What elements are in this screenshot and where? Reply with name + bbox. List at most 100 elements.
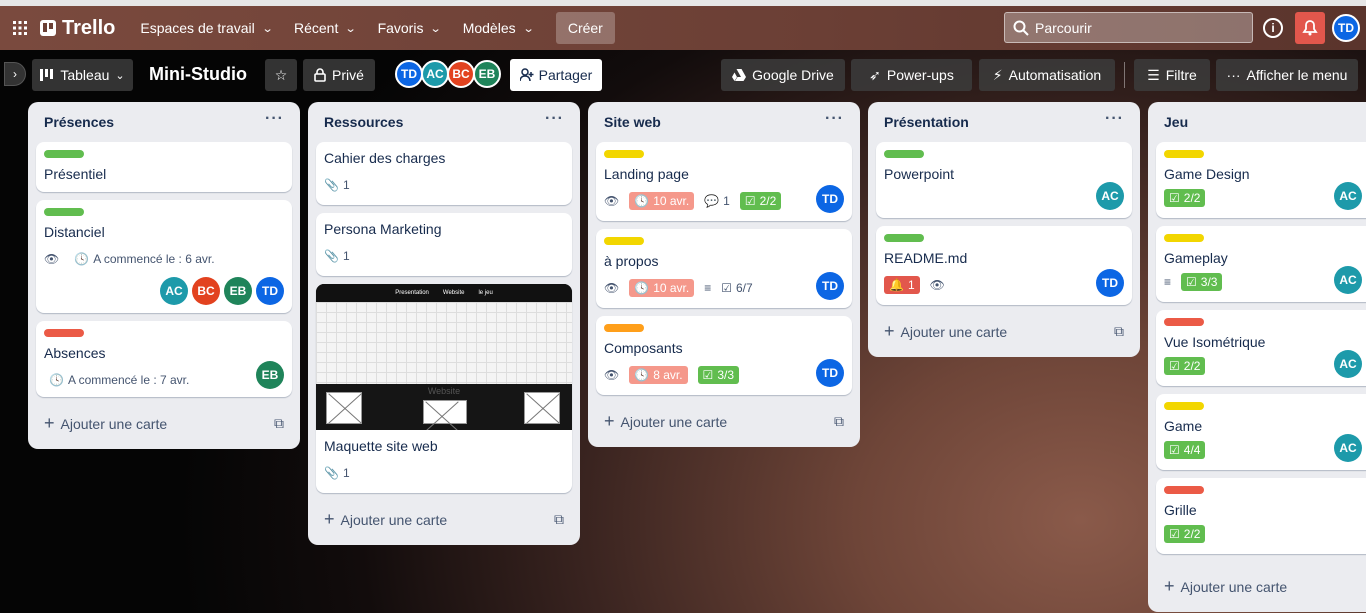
member-avatar[interactable]: AC	[1334, 266, 1362, 294]
view-switcher[interactable]: Tableau ⌄	[32, 59, 133, 91]
card-label-orange[interactable]	[604, 324, 644, 332]
chevron-down-icon: ⌄	[344, 22, 357, 35]
share-button[interactable]: Partager	[510, 59, 602, 91]
user-avatar[interactable]: TD	[1332, 14, 1360, 42]
list-title[interactable]: Site web	[604, 114, 661, 130]
list-title[interactable]: Jeu	[1164, 114, 1188, 130]
card-label-green[interactable]	[884, 234, 924, 242]
star-icon[interactable]: ☆	[265, 59, 297, 91]
list-header[interactable]: Présentation ···	[876, 102, 1132, 142]
board-title[interactable]: Mini-Studio	[149, 64, 247, 85]
due-date-badge[interactable]: 🕓 10 avr.	[629, 192, 695, 210]
card-game-design[interactable]: Game Design ☑ 2/2 AC	[1156, 142, 1366, 218]
card-label-red[interactable]	[44, 329, 84, 337]
info-icon[interactable]: i	[1263, 18, 1283, 38]
list-header[interactable]: Présences ···	[36, 102, 292, 142]
member-avatar[interactable]: EB	[473, 60, 501, 88]
card-absences[interactable]: Absences 🕓 A commencé le : 7 avr. EB	[36, 321, 292, 397]
member-avatar[interactable]: TD	[816, 272, 844, 300]
powerups-button[interactable]: ➶ Power-ups	[851, 59, 972, 91]
member-avatar[interactable]: AC	[1334, 182, 1362, 210]
member-avatar[interactable]: TD	[816, 185, 844, 213]
template-icon[interactable]: ⧉	[834, 413, 844, 430]
trello-logo[interactable]: Trello	[40, 17, 115, 40]
nav-starred[interactable]: Favoris ⌄	[367, 12, 452, 44]
add-card-button[interactable]: + Ajouter une carte ⧉	[596, 403, 852, 439]
template-icon[interactable]: ⧉	[1114, 323, 1124, 340]
card-composants[interactable]: Composants 👁 🕓 8 avr. ☑ 3/3 TD	[596, 316, 852, 395]
card-label-yellow[interactable]	[1164, 150, 1204, 158]
card-a-propos[interactable]: à propos 👁 🕓 10 avr. ≡ ☑ 6/7 TD	[596, 229, 852, 308]
member-avatar[interactable]: AC	[1334, 434, 1362, 462]
add-card-button[interactable]: + Ajouter une carte ⧉	[316, 501, 572, 537]
member-avatar[interactable]: TD	[395, 60, 423, 88]
create-button[interactable]: Créer	[555, 12, 615, 44]
member-avatar[interactable]: AC	[421, 60, 449, 88]
member-avatar[interactable]: AC	[1096, 182, 1124, 210]
notifications-button[interactable]	[1295, 12, 1325, 44]
add-card-button[interactable]: + Ajouter une carte	[1156, 568, 1366, 604]
member-avatar[interactable]: EB	[256, 361, 284, 389]
card-label-red[interactable]	[1164, 486, 1204, 494]
card-vue-isometrique[interactable]: Vue Isométrique ☑ 2/2 AC	[1156, 310, 1366, 386]
card-label-yellow[interactable]	[1164, 234, 1204, 242]
sidebar-toggle-chevron-icon[interactable]: ›	[4, 62, 26, 86]
list-header[interactable]: Jeu	[1156, 102, 1366, 142]
member-avatar[interactable]: TD	[816, 359, 844, 387]
card-gameplay[interactable]: Gameplay ≡ ☑ 3/3 AC	[1156, 226, 1366, 302]
list-menu-icon[interactable]: ···	[265, 111, 284, 127]
search-box[interactable]	[1004, 12, 1253, 43]
card-label-yellow[interactable]	[604, 150, 644, 158]
list-header[interactable]: Site web ···	[596, 102, 852, 142]
nav-templates[interactable]: Modèles ⌄	[452, 12, 544, 44]
list-title[interactable]: Présentation	[884, 114, 969, 130]
show-menu-button[interactable]: ··· Afficher le menu	[1216, 59, 1358, 91]
card-label-green[interactable]	[884, 150, 924, 158]
card-label-yellow[interactable]	[604, 237, 644, 245]
clock-icon: 🕓	[634, 368, 650, 382]
due-date-badge[interactable]: 🕓 8 avr.	[629, 366, 688, 384]
card-label-green[interactable]	[44, 208, 84, 216]
card-label-yellow[interactable]	[1164, 402, 1204, 410]
member-avatar[interactable]: TD	[1096, 269, 1124, 297]
list-menu-icon[interactable]: ···	[545, 111, 564, 127]
card-landing-page[interactable]: Landing page 👁 🕓 10 avr. 💬 1 ☑ 2/2 TD	[596, 142, 852, 221]
card-label-green[interactable]	[44, 150, 84, 158]
list-header[interactable]: Ressources ···	[316, 102, 572, 142]
filter-button[interactable]: ☰ Filtre	[1134, 59, 1210, 91]
due-date-badge[interactable]: 🕓 10 avr.	[629, 279, 695, 297]
template-icon[interactable]: ⧉	[274, 415, 284, 432]
card-persona-marketing[interactable]: Persona Marketing 📎 1	[316, 213, 572, 276]
visibility-button[interactable]: Privé	[303, 59, 375, 91]
card-label-red[interactable]	[1164, 318, 1204, 326]
card-maquette-site-web[interactable]: Presentation Website le jeu Website Maquet…	[316, 284, 572, 493]
add-card-button[interactable]: + Ajouter une carte ⧉	[36, 405, 292, 441]
card-game[interactable]: Game ☑ 4/4 AC	[1156, 394, 1366, 470]
member-avatar[interactable]: TD	[256, 277, 284, 305]
search-input[interactable]	[1035, 19, 1235, 36]
list-title[interactable]: Présences	[44, 114, 114, 130]
member-avatar[interactable]: BC	[447, 60, 475, 88]
card-presentiel[interactable]: Présentiel	[36, 142, 292, 192]
member-avatar[interactable]: EB	[224, 277, 252, 305]
list-menu-icon[interactable]: ···	[1105, 111, 1124, 127]
card-distanciel[interactable]: Distanciel 👁 🕓 A commencé le : 6 avr. AC …	[36, 200, 292, 313]
chevron-down-icon: ⌄	[261, 22, 274, 35]
list-menu-icon[interactable]: ···	[825, 111, 844, 127]
google-drive-button[interactable]: Google Drive	[721, 59, 845, 91]
card-cahier-des-charges[interactable]: Cahier des charges 📎 1	[316, 142, 572, 205]
nav-workspaces[interactable]: Espaces de travail ⌄	[129, 12, 283, 44]
automation-button[interactable]: ⚡ Automatisation	[979, 59, 1115, 91]
nav-recent[interactable]: Récent ⌄	[283, 12, 367, 44]
member-avatar[interactable]: AC	[160, 277, 188, 305]
card-title: à propos	[604, 253, 659, 269]
list-title[interactable]: Ressources	[324, 114, 403, 130]
app-switcher-icon[interactable]	[0, 6, 40, 50]
card-grille[interactable]: Grille ☑ 2/2	[1156, 478, 1366, 554]
template-icon[interactable]: ⧉	[554, 511, 564, 528]
member-avatar[interactable]: AC	[1334, 350, 1362, 378]
card-readme[interactable]: README.md 🔔 1 👁 TD	[876, 226, 1132, 305]
member-avatar[interactable]: BC	[192, 277, 220, 305]
add-card-button[interactable]: + Ajouter une carte ⧉	[876, 313, 1132, 349]
card-powerpoint[interactable]: Powerpoint AC	[876, 142, 1132, 218]
